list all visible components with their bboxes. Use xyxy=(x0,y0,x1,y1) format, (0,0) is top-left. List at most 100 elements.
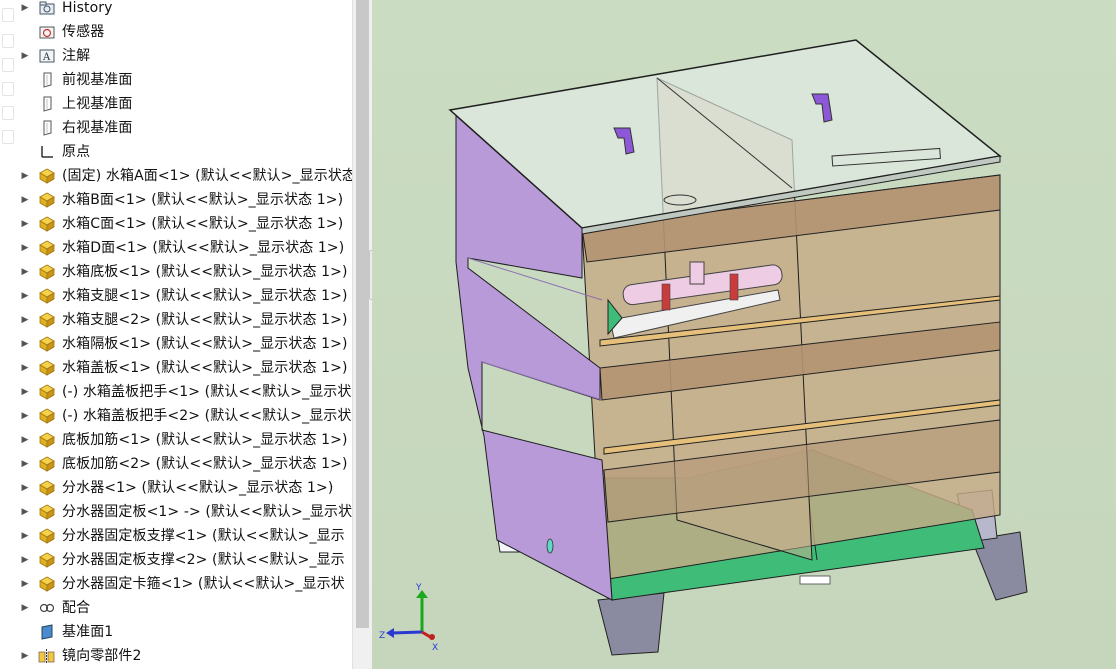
tree-item-label: 分水器固定卡箍<1> (默认<<默认>_显示状 xyxy=(62,576,345,592)
expand-arrow-icon[interactable]: ▶ xyxy=(20,572,30,596)
x-axis-end xyxy=(429,634,435,640)
clamp-strap xyxy=(729,273,739,301)
expand-arrow-icon[interactable]: ▶ xyxy=(20,308,30,332)
tree-item-label: History xyxy=(62,0,113,16)
tree-item-label: 水箱盖板<1> (默认<<默认>_显示状态 1>) xyxy=(62,360,348,376)
tree-item[interactable]: ▶ 配合 xyxy=(0,596,352,620)
tree-item-label: 分水器固定板支撑<1> (默认<<默认>_显示 xyxy=(62,528,345,544)
tree-item[interactable]: ▶ A 注解 xyxy=(0,44,352,68)
expand-arrow-icon[interactable]: ▶ xyxy=(20,236,30,260)
expand-arrow-icon[interactable]: ▶ xyxy=(20,428,30,452)
tree-item[interactable]: ▶ 水箱支腿<2> (默认<<默认>_显示状态 1>) xyxy=(0,308,352,332)
tree-item[interactable]: ▶ 水箱底板<1> (默认<<默认>_显示状态 1>) xyxy=(0,260,352,284)
tree-item[interactable]: ▶ 分水器固定板<1> -> (默认<<默认>_显示状 xyxy=(0,500,352,524)
tree-item-label: 水箱支腿<1> (默认<<默认>_显示状态 1>) xyxy=(62,288,348,304)
z-axis-arrow xyxy=(386,628,394,638)
reference-plane-icon xyxy=(38,624,56,640)
tree-item[interactable]: 原点 xyxy=(0,140,352,164)
axis-triad[interactable]: Y Z X xyxy=(379,583,438,653)
part-icon xyxy=(38,576,56,592)
tree-item-label: 水箱支腿<2> (默认<<默认>_显示状态 1>) xyxy=(62,312,348,328)
tree-item-label: (-) 水箱盖板把手<1> (默认<<默认>_显示状 xyxy=(62,384,352,400)
part-icon xyxy=(38,432,56,448)
tree-item[interactable]: ▶ History xyxy=(0,0,352,20)
part-icon xyxy=(38,552,56,568)
tree-item[interactable]: ▶ 镜向零部件2 xyxy=(0,644,352,668)
model-view: Y Z X xyxy=(379,39,1028,656)
tree-item-label: 镜向零部件2 xyxy=(62,648,142,664)
expand-arrow-icon[interactable]: ▶ xyxy=(20,548,30,572)
part-icon xyxy=(38,264,56,280)
tree-item-label: 水箱底板<1> (默认<<默认>_显示状态 1>) xyxy=(62,264,348,280)
expand-arrow-icon[interactable]: ▶ xyxy=(20,188,30,212)
drain-fitting xyxy=(546,538,554,554)
tree-item[interactable]: ▶ 分水器固定卡箍<1> (默认<<默认>_显示状 xyxy=(0,572,352,596)
floor-tab xyxy=(799,575,831,585)
part-icon xyxy=(38,528,56,544)
expand-arrow-icon[interactable]: ▶ xyxy=(20,356,30,380)
tree-item[interactable]: 右视基准面 xyxy=(0,116,352,140)
tree-item-label: 右视基准面 xyxy=(62,120,133,136)
tree-item[interactable]: ▶ 底板加筋<2> (默认<<默认>_显示状态 1>) xyxy=(0,452,352,476)
tree-item[interactable]: ▶ 水箱支腿<1> (默认<<默认>_显示状态 1>) xyxy=(0,284,352,308)
svg-text:A: A xyxy=(42,52,51,63)
tree-item[interactable]: ▶ 水箱D面<1> (默认<<默认>_显示状态 1>) xyxy=(0,236,352,260)
expand-arrow-icon[interactable]: ▶ xyxy=(20,380,30,404)
expand-arrow-icon[interactable]: ▶ xyxy=(20,0,30,20)
tree-item[interactable]: ▶ 分水器<1> (默认<<默认>_显示状态 1>) xyxy=(0,476,352,500)
tree-item[interactable]: 上视基准面 xyxy=(0,92,352,116)
tree-item[interactable]: 传感器 xyxy=(0,20,352,44)
tree-item[interactable]: ▶ 水箱隔板<1> (默认<<默认>_显示状态 1>) xyxy=(0,332,352,356)
expand-arrow-icon[interactable]: ▶ xyxy=(20,644,30,668)
expand-arrow-icon[interactable]: ▶ xyxy=(20,44,30,68)
expand-arrow-icon[interactable]: ▶ xyxy=(20,212,30,236)
feature-tree: ▶ History 传感器 ▶ A 注解 前视基准面 上视基准面 右视基准面 原点 ▶ (固定) 水箱… xyxy=(0,0,352,668)
z-axis xyxy=(391,630,423,635)
part-icon xyxy=(38,360,56,376)
scrollbar-thumb[interactable] xyxy=(356,0,369,628)
expand-arrow-icon[interactable]: ▶ xyxy=(20,260,30,284)
mirror-component-icon xyxy=(38,648,56,664)
tree-item-label: 注解 xyxy=(62,48,91,64)
tree-scrollbar[interactable] xyxy=(352,0,373,669)
expand-arrow-icon[interactable]: ▶ xyxy=(20,284,30,308)
expand-arrow-icon[interactable]: ▶ xyxy=(20,524,30,548)
part-icon xyxy=(38,192,56,208)
expand-arrow-icon[interactable]: ▶ xyxy=(20,476,30,500)
tree-item[interactable]: ▶ (-) 水箱盖板把手<2> (默认<<默认>_显示状 xyxy=(0,404,352,428)
part-icon xyxy=(38,312,56,328)
expand-arrow-icon[interactable]: ▶ xyxy=(20,404,30,428)
tree-item-label: 水箱D面<1> (默认<<默认>_显示状态 1>) xyxy=(62,240,345,256)
expand-arrow-icon[interactable]: ▶ xyxy=(20,332,30,356)
part-icon xyxy=(38,168,56,184)
expand-arrow-icon[interactable]: ▶ xyxy=(20,596,30,620)
tree-item[interactable]: 基准面1 xyxy=(0,620,352,644)
tree-item[interactable]: ▶ 水箱C面<1> (默认<<默认>_显示状态 1>) xyxy=(0,212,352,236)
tree-item[interactable]: ▶ 水箱盖板<1> (默认<<默认>_显示状态 1>) xyxy=(0,356,352,380)
sensor-icon xyxy=(38,24,56,40)
annotation-icon: A xyxy=(38,48,56,64)
tree-item-label: 底板加筋<2> (默认<<默认>_显示状态 1>) xyxy=(62,456,348,472)
graphics-viewport[interactable]: Y Z X xyxy=(372,0,1116,669)
expand-arrow-icon[interactable]: ▶ xyxy=(20,500,30,524)
tree-item[interactable]: ▶ 分水器固定板支撑<2> (默认<<默认>_显示 xyxy=(0,548,352,572)
tree-item-label: 上视基准面 xyxy=(62,96,133,112)
tree-item[interactable]: ▶ 底板加筋<1> (默认<<默认>_显示状态 1>) xyxy=(0,428,352,452)
tree-item[interactable]: 前视基准面 xyxy=(0,68,352,92)
expand-arrow-icon[interactable]: ▶ xyxy=(20,164,30,188)
tree-item[interactable]: ▶ (固定) 水箱A面<1> (默认<<默认>_显示状态 xyxy=(0,164,352,188)
tree-item[interactable]: ▶ 分水器固定板支撑<1> (默认<<默认>_显示 xyxy=(0,524,352,548)
part-icon xyxy=(38,480,56,496)
distributor-inlet xyxy=(689,261,705,285)
part-icon xyxy=(38,384,56,400)
tree-item[interactable]: ▶ 水箱B面<1> (默认<<默认>_显示状态 1>) xyxy=(0,188,352,212)
feature-tree-panel: ▶ History 传感器 ▶ A 注解 前视基准面 上视基准面 右视基准面 原点 ▶ (固定) 水箱… xyxy=(0,0,352,669)
mates-icon xyxy=(38,600,56,616)
part-icon xyxy=(38,216,56,232)
plane-icon xyxy=(38,72,56,88)
part-icon xyxy=(38,336,56,352)
expand-arrow-icon[interactable]: ▶ xyxy=(20,452,30,476)
tree-item-label: 分水器<1> (默认<<默认>_显示状态 1>) xyxy=(62,480,334,496)
x-axis-label: X xyxy=(432,643,438,653)
tree-item[interactable]: ▶ (-) 水箱盖板把手<1> (默认<<默认>_显示状 xyxy=(0,380,352,404)
